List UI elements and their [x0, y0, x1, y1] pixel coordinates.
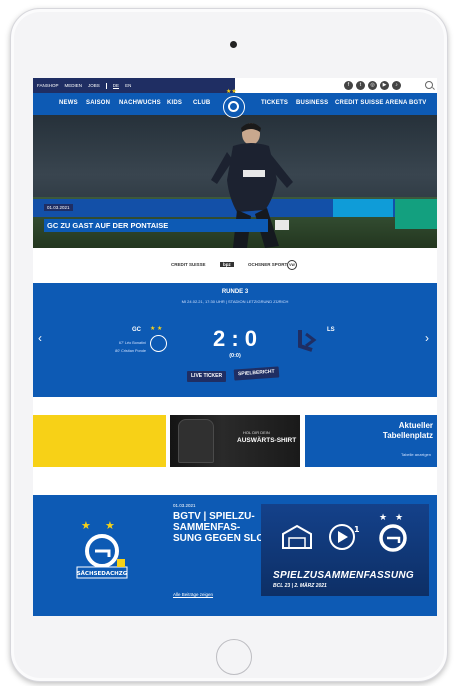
shirt-teaser-title: AUSWÄRTS-SHIRT	[237, 437, 297, 444]
svg-text:★: ★	[105, 519, 115, 532]
table-title-line-1: Aktueller	[398, 421, 433, 430]
shirt-image	[178, 419, 214, 463]
match-score: 2 : 0	[212, 326, 258, 351]
play-icon[interactable]: 1	[327, 520, 361, 554]
away-crest-icon	[298, 330, 317, 352]
home-button[interactable]	[216, 639, 252, 675]
match-widget: RUNDE 3 MI 24.02.21, 17:30 UHR | STADION…	[33, 283, 437, 397]
svg-text:★: ★	[81, 519, 91, 532]
all-posts-link[interactable]: Alle Beiträge zeigen	[173, 592, 213, 597]
social-icons: f t ◎ ▶ ♪	[344, 81, 401, 90]
lang-separator	[105, 82, 107, 89]
gc-crest-icon: ★ ★	[379, 513, 407, 552]
nav-saison[interactable]: SAISON	[86, 100, 110, 106]
gctv-section: ★ ★ SÄCHSEDACHZG 01.03.2021 BGTV | SPIEL…	[33, 495, 437, 616]
match-info: MI 24.02.21, 17:30 UHR | STADION LETZIGR…	[181, 299, 289, 304]
away-team-name: LS	[327, 327, 335, 333]
nav-club[interactable]: CLUB	[193, 100, 210, 106]
hero-date: 01.03.2021	[44, 204, 73, 211]
hero-slider[interactable]: 01.03.2021 GC ZU GAST AUF DER PONTAISE	[33, 115, 437, 248]
nav-news[interactable]: NEWS	[59, 100, 78, 106]
logo-ring-icon	[228, 101, 239, 112]
svg-text:★: ★	[395, 513, 403, 523]
shirt-teaser-small: HOL DIR DEIN	[243, 430, 270, 435]
nav-credit-suisse-arena[interactable]: CREDIT SUISSE ARENA	[335, 100, 408, 106]
video-thumbnail[interactable]: 1 ★ ★ SPIELZUSAMMENFASSUNG BCL 23 | 2. M…	[261, 504, 429, 596]
sponsor-bar: CREDIT SUISSE bpz OCHSNER SPORT VW	[33, 248, 437, 283]
bgtv-date: 01.03.2021	[173, 503, 196, 508]
hero-title[interactable]: GC ZU GAST AUF DER PONTAISE	[44, 219, 268, 232]
sponsor-ochsner-sport[interactable]: OCHSNER SPORT	[248, 262, 287, 267]
link-jobs[interactable]: JOBS	[88, 83, 100, 88]
youtube-icon[interactable]: ▶	[380, 81, 389, 90]
facebook-icon[interactable]: f	[344, 81, 353, 90]
camera-dot	[230, 41, 237, 48]
promo-row: HOL DIR DEIN AUSWÄRTS-SHIRT Aktueller Ta…	[33, 397, 437, 495]
tiktok-icon[interactable]: ♪	[392, 81, 401, 90]
away-shirt-teaser[interactable]: HOL DIR DEIN AUSWÄRTS-SHIRT	[170, 415, 300, 467]
lang-de[interactable]: DE	[112, 83, 120, 89]
svg-text:★: ★	[379, 513, 387, 523]
link-fanshop[interactable]: FANSHOP	[37, 83, 59, 88]
website-screen: FANSHOP MEDIEN JOBS DE EN f t ◎ ▶ ♪ NEWS…	[33, 78, 437, 616]
match-round: RUNDE 3	[221, 289, 249, 295]
svg-text:1: 1	[354, 525, 360, 534]
table-teaser-title: Aktueller Tabellenplatz	[383, 421, 433, 441]
stadium-emblem-icon	[282, 524, 312, 549]
yellow-teaser[interactable]	[33, 415, 166, 467]
nav-bgtv[interactable]: BGTV	[409, 100, 426, 106]
halftime-score: (0:0)	[229, 353, 241, 359]
ad-board-green	[395, 199, 437, 229]
table-title-line-2: Tabellenplatz	[382, 431, 433, 440]
league-table-teaser[interactable]: Aktueller Tabellenplatz Tabelle anzeigen	[305, 415, 437, 467]
bgtv-title[interactable]: BGTV | SPIELZU-SAMMENFAS-SUNG GEGEN SLO	[173, 511, 265, 544]
nav-tickets[interactable]: TICKETS	[261, 100, 288, 106]
twitter-icon[interactable]: t	[356, 81, 365, 90]
link-medien[interactable]: MEDIEN	[65, 83, 83, 88]
nav-business[interactable]: BUSINESS	[296, 100, 328, 106]
crest-text: SÄCHSEDACHZG	[77, 570, 128, 577]
nav-nachwuchs[interactable]: NACHWUCHS	[119, 100, 161, 106]
sponsor-vw[interactable]: VW	[287, 260, 297, 270]
ad-board-light	[333, 199, 393, 217]
nav-kids[interactable]: KIDS	[167, 100, 182, 106]
video-title: SPIELZUSAMMENFASSUNG	[273, 570, 415, 581]
instagram-icon[interactable]: ◎	[368, 81, 377, 90]
lang-en[interactable]: EN	[125, 83, 131, 88]
table-link[interactable]: Tabelle anzeigen	[401, 452, 431, 457]
sächsedachzg-logo-icon: ★ ★ SÄCHSEDACHZG	[76, 519, 128, 579]
sponsor-bpz[interactable]: bpz	[220, 262, 234, 267]
club-logo[interactable]	[223, 88, 245, 118]
top-links: FANSHOP MEDIEN JOBS DE EN	[33, 78, 235, 93]
live-ticker-button[interactable]: LIVE TICKER	[187, 371, 227, 382]
video-subtitle: BCL 23 | 2. MÄRZ 2021	[273, 583, 327, 589]
search-icon[interactable]	[425, 81, 433, 89]
sponsor-credit-suisse[interactable]: CREDIT SUISSE	[171, 262, 206, 267]
match-report-button[interactable]: SPIELBERICHT	[233, 366, 280, 381]
